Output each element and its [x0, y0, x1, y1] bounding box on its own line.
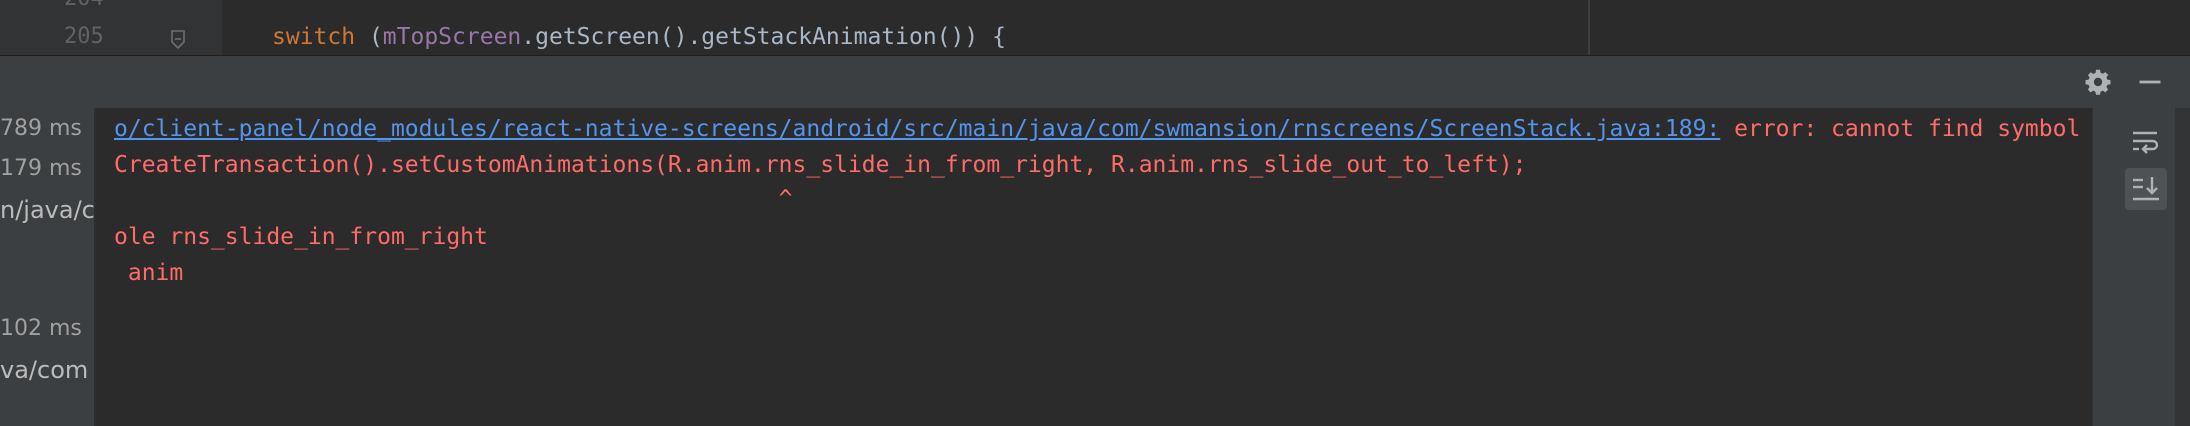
right-margin-guide: [1588, 0, 1590, 56]
line-number: 204: [64, 0, 104, 12]
soft-wrap-icon[interactable]: [2129, 126, 2161, 158]
console-action-toolbar: [2092, 108, 2190, 426]
console-line: CreateTransaction().setCustomAnimations(…: [114, 152, 1527, 178]
build-duration: 789 ms: [0, 116, 82, 141]
code-line[interactable]: switch (mTopScreen.getScreen().getStackA…: [272, 24, 1006, 50]
scroll-to-end-icon: [2133, 177, 2159, 201]
console-line: ole rns_slide_in_from_right: [114, 224, 488, 250]
code-editor[interactable]: 204 205 switch (mTopScreen.getScreen().g…: [0, 0, 2190, 56]
build-tree-pane[interactable]: 789 ms 179 ms n/java/c 102 ms va/com: [0, 108, 94, 426]
console-line: anim: [114, 260, 184, 286]
console-line: ^: [114, 186, 793, 212]
line-number: 205: [64, 24, 104, 49]
build-duration: 179 ms: [0, 156, 82, 181]
file-link[interactable]: o/client-panel/node_modules/react-native…: [114, 116, 1720, 142]
code-text: .getScreen().getStackAnimation()) {: [521, 24, 1006, 50]
scroll-to-end-button[interactable]: [2125, 168, 2167, 210]
code-keyword: switch: [272, 24, 356, 50]
minimize-icon[interactable]: [2136, 68, 2164, 96]
code-text: (: [355, 24, 383, 50]
editor-gutter: 204 205: [0, 0, 222, 56]
gear-icon[interactable]: [2084, 68, 2112, 96]
build-duration: 102 ms: [0, 316, 82, 341]
build-tree-item[interactable]: n/java/c: [0, 196, 94, 224]
code-field: mTopScreen: [382, 24, 522, 50]
console-line: o/client-panel/node_modules/react-native…: [114, 114, 2080, 144]
tool-window-header: [0, 56, 2190, 109]
build-tree-item[interactable]: va/com: [0, 356, 88, 384]
fold-marker-icon[interactable]: [170, 30, 186, 50]
vertical-scrollbar[interactable]: [2175, 108, 2190, 426]
build-output-console[interactable]: o/client-panel/node_modules/react-native…: [96, 108, 2092, 426]
error-message: error: cannot find symbol: [1720, 116, 2081, 142]
